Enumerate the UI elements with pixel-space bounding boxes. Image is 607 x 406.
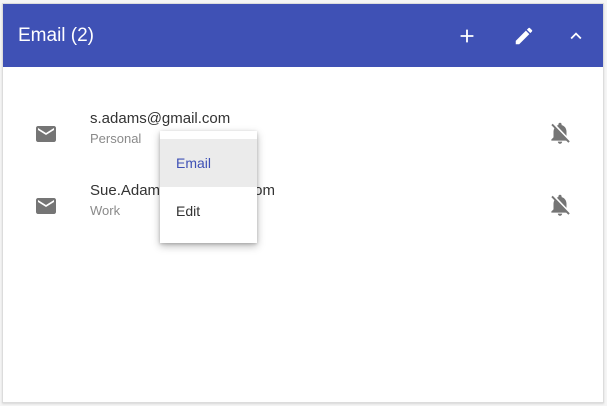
collapse-button[interactable] xyxy=(561,21,591,51)
card-title: Email (2) xyxy=(18,25,95,46)
email-type-label: Personal xyxy=(90,131,142,146)
edit-button[interactable] xyxy=(509,21,539,51)
add-button[interactable] xyxy=(452,21,482,51)
pencil-icon xyxy=(515,27,533,45)
notifications-off-icon[interactable] xyxy=(547,192,573,218)
plus-icon xyxy=(460,29,474,43)
menu-item-edit[interactable]: Edit xyxy=(160,187,257,235)
notifications-off-icon[interactable] xyxy=(547,120,573,146)
context-menu: Email Edit xyxy=(160,131,257,243)
mail-icon xyxy=(34,122,58,146)
email-row-personal[interactable]: s.adams@gmail.com Personal xyxy=(3,108,603,168)
card-header: Email (2) xyxy=(3,4,603,67)
email-address[interactable]: s.adams@gmail.com xyxy=(90,110,230,127)
menu-item-email[interactable]: Email xyxy=(160,139,257,187)
mail-icon xyxy=(34,194,58,218)
email-type-label: Work xyxy=(90,203,121,218)
chevron-up-icon xyxy=(570,32,582,40)
email-card: Email (2) s.adams@gmail.com Personal Wor… xyxy=(2,3,604,403)
email-row-work[interactable]: Sue.Adams@company.com Work xyxy=(3,180,603,240)
